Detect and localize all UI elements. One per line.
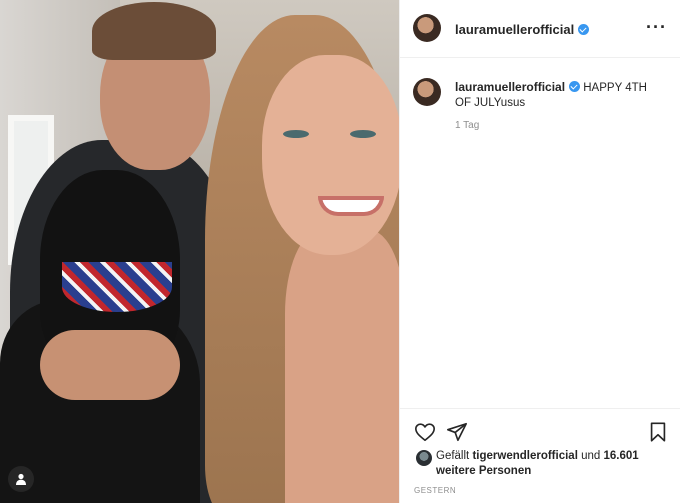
- caption-age[interactable]: 1 Tag: [455, 120, 479, 131]
- post-header: lauramuellerofficial ···: [400, 0, 680, 58]
- bookmark-icon[interactable]: [647, 421, 669, 443]
- post-date[interactable]: GESTERN: [414, 486, 456, 495]
- liker-username[interactable]: tigerwendlerofficial: [472, 450, 577, 462]
- likes-prefix: Gefällt: [436, 450, 470, 462]
- post-photo[interactable]: [0, 0, 399, 503]
- photo-woman-face: [262, 55, 399, 255]
- photo-woman-neck: [285, 230, 399, 503]
- likes-connector: und: [581, 450, 601, 462]
- post-side-panel: lauramuellerofficial ··· lauramuelleroff…: [399, 0, 680, 503]
- user-tag-icon[interactable]: [8, 466, 34, 492]
- photo-woman-smile: [318, 196, 384, 216]
- caption-text-block: lauramuellerofficial HAPPY 4TH OF JULYus…: [455, 80, 665, 111]
- caption-username[interactable]: lauramuellerofficial: [455, 80, 565, 94]
- author-avatar[interactable]: [413, 14, 441, 42]
- more-options-button[interactable]: ···: [646, 18, 667, 36]
- verified-badge-icon: [569, 81, 581, 92]
- caption-avatar[interactable]: [413, 78, 441, 106]
- author-username[interactable]: lauramuellerofficial: [455, 22, 574, 37]
- liker-avatar[interactable]: [416, 450, 432, 466]
- author-username-row: lauramuellerofficial: [455, 22, 590, 37]
- heart-icon[interactable]: [414, 421, 436, 443]
- photo-man-hair: [92, 2, 216, 60]
- post-actions: Gefällt tigerwendlerofficial und 16.601 …: [400, 408, 680, 503]
- photo-woman-eye-left: [283, 130, 309, 138]
- photo-hand: [40, 330, 180, 400]
- likes-text: Gefällt tigerwendlerofficial und 16.601 …: [436, 449, 671, 479]
- photo-dog-bandana: [62, 262, 172, 312]
- photo-woman-eye-right: [350, 130, 376, 138]
- verified-badge-icon: [578, 24, 590, 35]
- send-icon[interactable]: [446, 421, 468, 443]
